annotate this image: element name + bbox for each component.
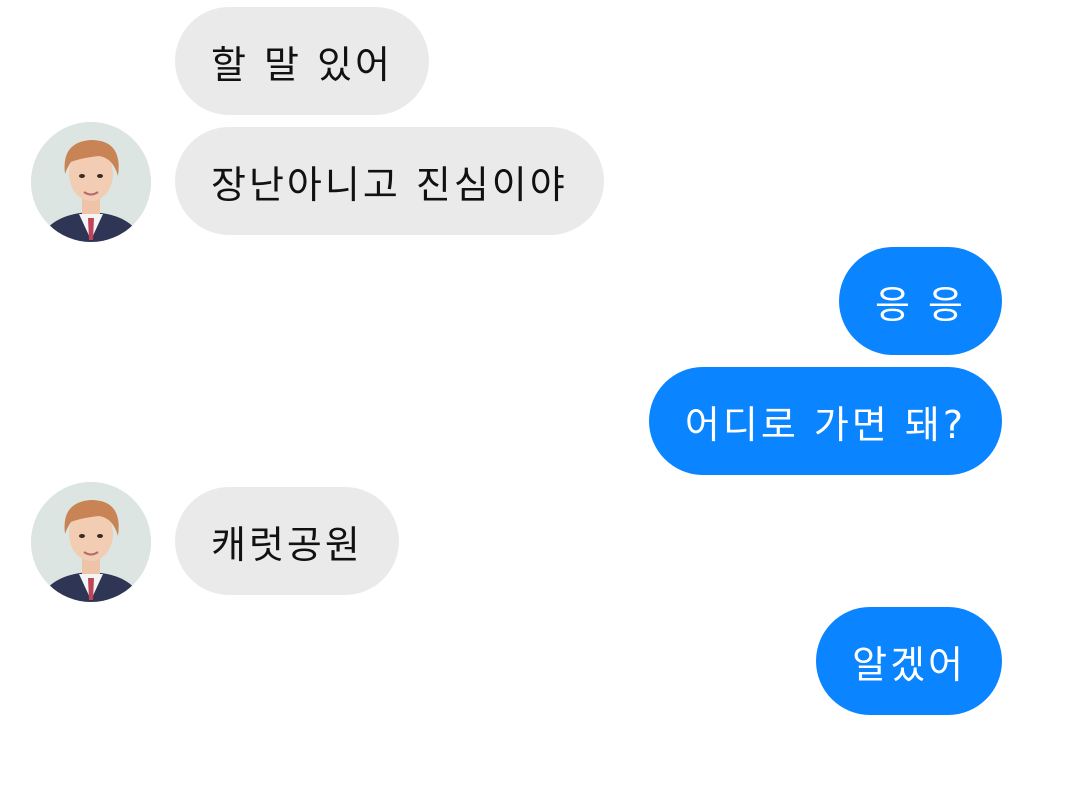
message-bubble-incoming[interactable]: 캐럿공원: [175, 487, 399, 595]
message-text: 응 응: [875, 282, 966, 327]
message-bubble-outgoing[interactable]: 알겠어: [816, 607, 1002, 715]
message-bubble-outgoing[interactable]: 어디로 가면 돼?: [648, 367, 1002, 475]
message-bubble-incoming[interactable]: 장난아니고 진심이야: [175, 127, 604, 235]
message-bubble-incoming[interactable]: 할 말 있어: [175, 7, 429, 115]
message-text: 캐럿공원: [211, 522, 363, 567]
message-text: 할 말 있어: [211, 42, 393, 87]
person-avatar-icon: [31, 122, 151, 242]
message-text: 어디로 가면 돼?: [684, 402, 966, 447]
contact-avatar[interactable]: [31, 122, 151, 242]
message-text: 장난아니고 진심이야: [211, 162, 568, 207]
message-bubble-outgoing[interactable]: 응 응: [839, 247, 1002, 355]
contact-avatar[interactable]: [31, 482, 151, 602]
message-text: 알겠어: [852, 642, 966, 687]
person-avatar-icon: [31, 482, 151, 602]
chat-thread: 할 말 있어 장난아니고 진심이야 응 응 어디로 가면 돼? 캐럿공원 알겠어: [0, 0, 1080, 810]
